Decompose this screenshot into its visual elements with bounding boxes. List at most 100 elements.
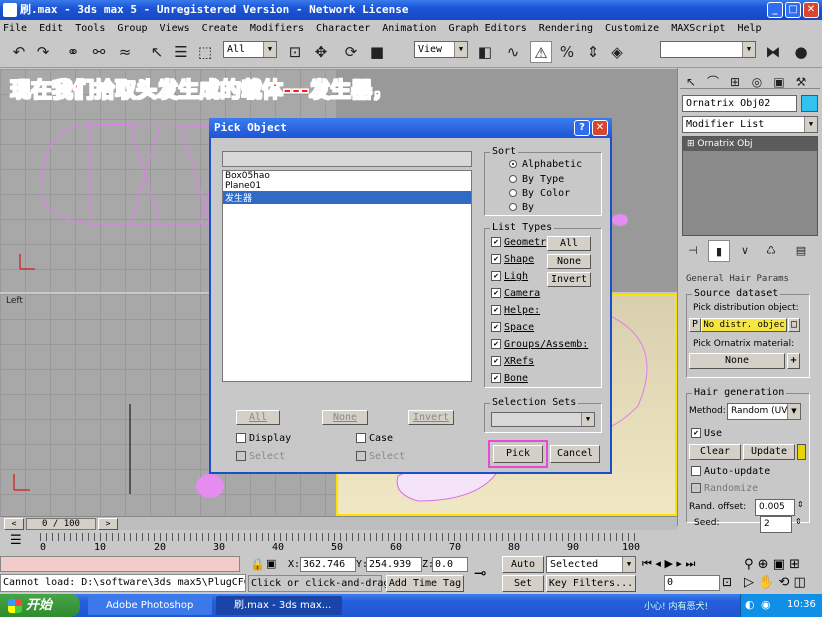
go-to-start-icon[interactable]: ⏮ [642,557,652,570]
zoom-icon[interactable]: ⚲ [744,557,754,572]
next-key-icon[interactable]: ▸ [676,557,682,570]
randomize-checkbox[interactable]: Randomize [691,483,758,494]
absolute-mode-icon[interactable]: ▣ [266,557,276,570]
pick-button[interactable]: Pick [493,445,543,463]
motion-tab-icon[interactable]: ◎ [746,71,768,93]
play-icon[interactable]: ▶ [664,557,672,570]
named-selection-sets-dropdown[interactable]: ▼ [660,41,756,58]
remove-modifier-icon[interactable]: ♺ [760,240,782,262]
next-frame-icon[interactable]: > [98,518,118,530]
material-button[interactable]: None [689,353,785,369]
menu-graph-editors[interactable]: Graph Editors [448,20,526,37]
snap-3d-icon[interactable]: ∿ [502,41,524,63]
render-teapot-icon[interactable]: ● [790,41,812,63]
type-lights-checkbox[interactable]: ✔ Ligh [491,271,528,282]
rollout-title[interactable]: General Hair Params [686,274,789,284]
bind-space-warp-icon[interactable]: ≈ [114,41,136,63]
object-name-field[interactable]: Ornatrix Obj02 [682,95,797,112]
add-time-tag-button[interactable]: Add Time Tag [386,575,464,592]
select-rotate-icon[interactable]: ⟳ [340,41,362,63]
select-dependents-checkbox[interactable]: Select [236,451,285,462]
utilities-tab-icon[interactable]: ⚒ [790,71,812,93]
rand-offset-spinner-icon[interactable]: ⇕ [797,500,804,509]
select-object-icon[interactable]: ↖ [146,41,168,63]
show-end-result-icon[interactable]: ▮ [708,240,730,262]
select-all-button[interactable]: All [236,410,280,425]
network-icon[interactable]: ◉ [761,598,771,611]
seed-field[interactable]: 2 [760,516,792,533]
menu-file[interactable]: File [3,20,27,37]
type-xrefs-checkbox[interactable]: ✔ XRefs [491,356,534,367]
zoom-all-icon[interactable]: ⊕ [758,557,769,572]
object-list[interactable]: Box05hao Plane01 发生器 [222,170,472,382]
modify-tab-icon[interactable]: ⌒ [702,71,724,93]
select-none-button[interactable]: None [322,410,368,425]
types-none-button[interactable]: None [547,254,591,269]
zoom-extents-icon[interactable]: ▣ [773,557,785,572]
types-all-button[interactable]: All [547,236,591,251]
unlink-icon[interactable]: ⚯ [88,41,110,63]
mirror-icon[interactable]: ⧓ [762,41,784,63]
redo-icon[interactable]: ↷ [32,41,54,63]
list-item-selected[interactable]: 发生器 [223,191,471,204]
select-invert-button[interactable]: Invert [408,410,454,425]
dialog-close-button[interactable]: ✕ [592,120,608,136]
z-coordinate-field[interactable]: 0.0 [432,557,468,572]
previous-key-icon[interactable]: ◂ [655,557,661,570]
close-button[interactable]: ✕ [803,2,819,18]
menu-group[interactable]: Group [117,20,147,37]
distribution-object-button[interactable]: No distr. objec [701,318,787,332]
type-geometry-checkbox[interactable]: ✔ Geometr [491,237,546,248]
time-configuration-icon[interactable]: ⊡ [722,575,732,589]
selection-sets-dropdown[interactable]: ▼ [491,412,595,427]
x-coordinate-field[interactable]: 362.746 [300,557,356,572]
link-icon[interactable]: ⚭ [62,41,84,63]
select-move-icon[interactable]: ✥ [310,41,332,63]
sort-by-color-radio[interactable]: By Color [509,188,570,199]
current-frame-field[interactable]: 0 [664,575,720,591]
type-bone-checkbox[interactable]: ✔ Bone [491,373,528,384]
pick-distribution-toggle[interactable]: P [689,318,701,332]
menu-character[interactable]: Character [316,20,370,37]
region-select-icon[interactable]: ⬚ [194,41,216,63]
display-tab-icon[interactable]: ▣ [768,71,790,93]
zoom-extents-all-icon[interactable]: ⊞ [789,557,800,572]
pin-stack-icon[interactable]: ⊣ [682,240,704,262]
menu-help[interactable]: Help [737,20,761,37]
types-invert-button[interactable]: Invert [547,272,591,287]
go-to-end-icon[interactable]: ⏭ [685,557,695,570]
create-tab-icon[interactable]: ↖ [680,71,702,93]
set-key-button[interactable]: Set Key [502,575,544,604]
type-helpers-checkbox[interactable]: ✔ Helpe: [491,305,540,316]
undo-icon[interactable]: ↶ [8,41,30,63]
select-scale-icon[interactable]: ■ [366,41,388,63]
object-search-input[interactable] [222,151,472,167]
method-dropdown[interactable]: Random (UV) ▼ [727,403,801,420]
spinner-snap-icon[interactable]: ⇕ [582,41,604,63]
modifier-stack[interactable]: ⊞ Ornatrix Obj [682,136,818,236]
time-slider[interactable]: < 0 / 100 > [0,516,677,530]
type-shape-checkbox[interactable]: ✔ Shape [491,254,534,265]
make-unique-icon[interactable]: ∨ [734,240,756,262]
modifier-list-dropdown[interactable]: Modifier List ▼ [682,116,818,133]
named-selection-icon[interactable]: ◈ [606,41,628,63]
list-item[interactable]: Box05hao [223,171,471,181]
menu-edit[interactable]: Edit [39,20,63,37]
type-space-checkbox[interactable]: ✔ Space [491,322,534,333]
time-slider-thumb[interactable]: 0 / 100 [26,518,96,530]
add-material-button[interactable]: + [787,353,800,369]
menu-customize[interactable]: Customize [605,20,659,37]
display-checkbox[interactable]: Display [236,433,291,444]
selection-filter-dropdown[interactable]: All ▼ [223,41,277,58]
select-by-name-icon[interactable]: ☰ [170,41,192,63]
lock-selection-icon[interactable]: 🔒 [250,557,265,571]
cancel-button[interactable]: Cancel [550,445,600,463]
maxscript-listener[interactable] [0,556,240,572]
menu-views[interactable]: Views [160,20,190,37]
y-coordinate-field[interactable]: 254.939 [366,557,422,572]
rand-offset-field[interactable]: 0.005 [755,499,795,516]
pivot-center-icon[interactable]: ◧ [474,41,496,63]
prev-frame-icon[interactable]: < [4,518,24,530]
hierarchy-tab-icon[interactable]: ⊞ [724,71,746,93]
menu-rendering[interactable]: Rendering [539,20,593,37]
